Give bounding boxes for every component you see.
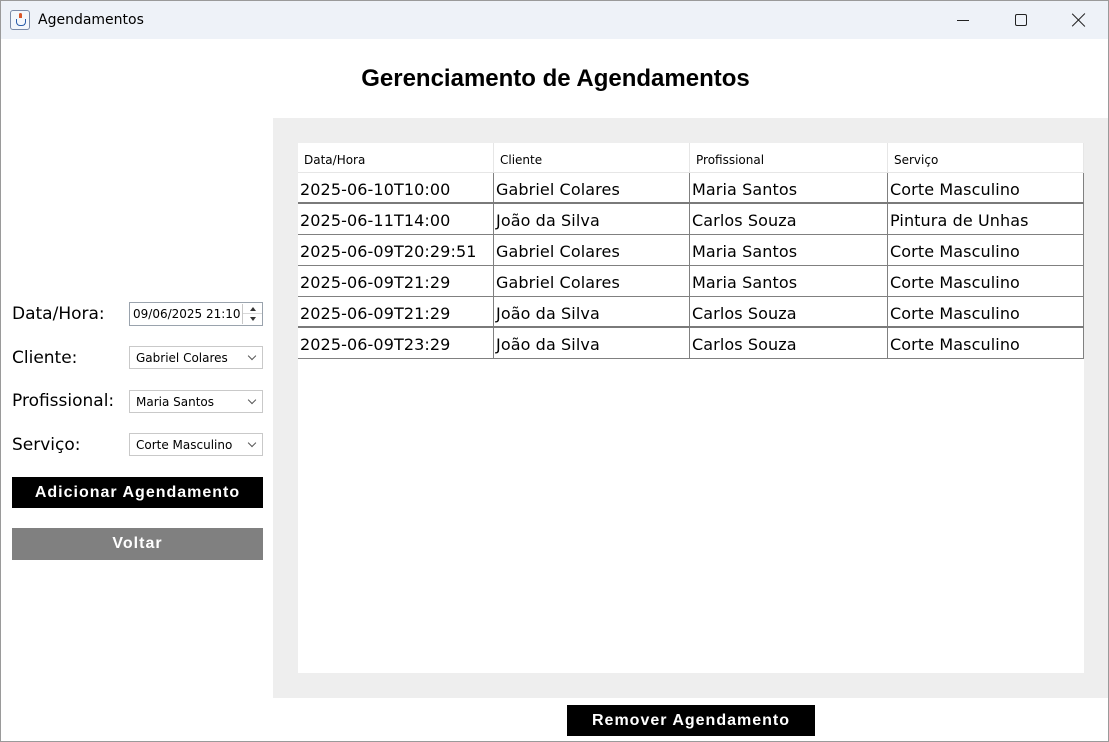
minimize-icon (957, 19, 969, 21)
table-cell: 2025-06-09T20:29:51 (298, 235, 494, 265)
column-header-datetime[interactable]: Data/Hora (298, 143, 494, 173)
table-cell: Carlos Souza (690, 328, 888, 358)
back-button[interactable]: Voltar (12, 528, 263, 560)
java-cup-icon (10, 10, 30, 30)
table-cell: 2025-06-11T14:00 (298, 204, 494, 234)
spinner-up-button[interactable] (243, 304, 262, 314)
table-cell: Corte Masculino (888, 173, 1084, 202)
column-header-client[interactable]: Cliente (494, 143, 690, 173)
chevron-down-icon (247, 395, 257, 405)
window-title: Agendamentos (38, 12, 144, 28)
table-cell: Gabriel Colares (494, 173, 690, 202)
table-row[interactable]: 2025-06-09T20:29:51 Gabriel Colares Mari… (298, 235, 1084, 266)
table-cell: 2025-06-09T21:29 (298, 297, 494, 326)
chevron-down-icon (247, 351, 257, 361)
page-title-text: Gerenciamento de Agendamentos (361, 65, 750, 92)
table-cell: Corte Masculino (888, 328, 1084, 358)
professional-select[interactable]: Maria Santos (129, 390, 263, 413)
table-row[interactable]: 2025-06-09T21:29 Gabriel Colares Maria S… (298, 266, 1084, 297)
table-cell: 2025-06-09T23:29 (298, 328, 494, 358)
table-cell: Maria Santos (690, 266, 888, 296)
date-label: Data/Hora: (12, 304, 105, 324)
minimize-button[interactable] (934, 1, 992, 39)
column-header-service[interactable]: Serviço (888, 143, 1084, 173)
table-cell: João da Silva (494, 297, 690, 326)
close-button[interactable] (1050, 1, 1108, 39)
maximize-icon (1015, 14, 1027, 26)
table-cell: 2025-06-10T10:00 (298, 173, 494, 202)
appointments-table[interactable]: Data/Hora Cliente Profissional Serviço 2… (298, 143, 1084, 673)
table-cell: Carlos Souza (690, 204, 888, 234)
service-label: Serviço: (12, 435, 81, 455)
table-row[interactable]: 2025-06-11T14:00 João da Silva Carlos So… (298, 204, 1084, 235)
date-time-spinner[interactable]: 09/06/2025 21:10 (129, 302, 263, 326)
professional-select-value: Maria Santos (136, 395, 215, 409)
table-cell: Pintura de Unhas (888, 204, 1084, 234)
table-row[interactable]: 2025-06-10T10:00 Gabriel Colares Maria S… (298, 173, 1084, 204)
remove-appointment-button[interactable]: Remover Agendamento (567, 705, 815, 736)
table-header: Data/Hora Cliente Profissional Serviço (298, 143, 1084, 173)
professional-label: Profissional: (12, 391, 115, 411)
title-bar[interactable]: Agendamentos (1, 1, 1108, 39)
app-window: Agendamentos Gerenciamento de Agendament… (0, 0, 1109, 742)
table-cell: Corte Masculino (888, 266, 1084, 296)
close-icon (1072, 13, 1086, 27)
arrow-down-icon (249, 317, 256, 321)
table-cell: João da Silva (494, 328, 690, 358)
date-time-value[interactable]: 09/06/2025 21:10 (133, 307, 241, 321)
add-appointment-button[interactable]: Adicionar Agendamento (12, 477, 263, 508)
table-cell: 2025-06-09T21:29 (298, 266, 494, 296)
client-label: Cliente: (12, 348, 78, 368)
service-select[interactable]: Corte Masculino (129, 433, 263, 456)
table-cell: Corte Masculino (888, 297, 1084, 326)
table-scroll-panel: Data/Hora Cliente Profissional Serviço 2… (273, 118, 1108, 698)
table-cell: Maria Santos (690, 235, 888, 265)
table-body: 2025-06-10T10:00 Gabriel Colares Maria S… (298, 173, 1084, 359)
table-cell: Gabriel Colares (494, 266, 690, 296)
table-cell: Maria Santos (690, 173, 888, 202)
client-select-value: Gabriel Colares (136, 351, 228, 365)
table-cell: Gabriel Colares (494, 235, 690, 265)
client-select[interactable]: Gabriel Colares (129, 346, 263, 369)
table-cell: Corte Masculino (888, 235, 1084, 265)
table-row[interactable]: 2025-06-09T21:29 João da Silva Carlos So… (298, 297, 1084, 328)
service-select-value: Corte Masculino (136, 438, 233, 452)
spinner-buttons (242, 304, 262, 324)
page-title: Gerenciamento de Agendamentos (1, 65, 1108, 93)
maximize-button[interactable] (992, 1, 1050, 39)
spinner-down-button[interactable] (243, 314, 262, 324)
arrow-up-icon (249, 306, 256, 311)
column-header-professional[interactable]: Profissional (690, 143, 888, 173)
chevron-down-icon (247, 438, 257, 448)
table-cell: João da Silva (494, 204, 690, 234)
table-row[interactable]: 2025-06-09T23:29 João da Silva Carlos So… (298, 328, 1084, 359)
table-cell: Carlos Souza (690, 297, 888, 326)
